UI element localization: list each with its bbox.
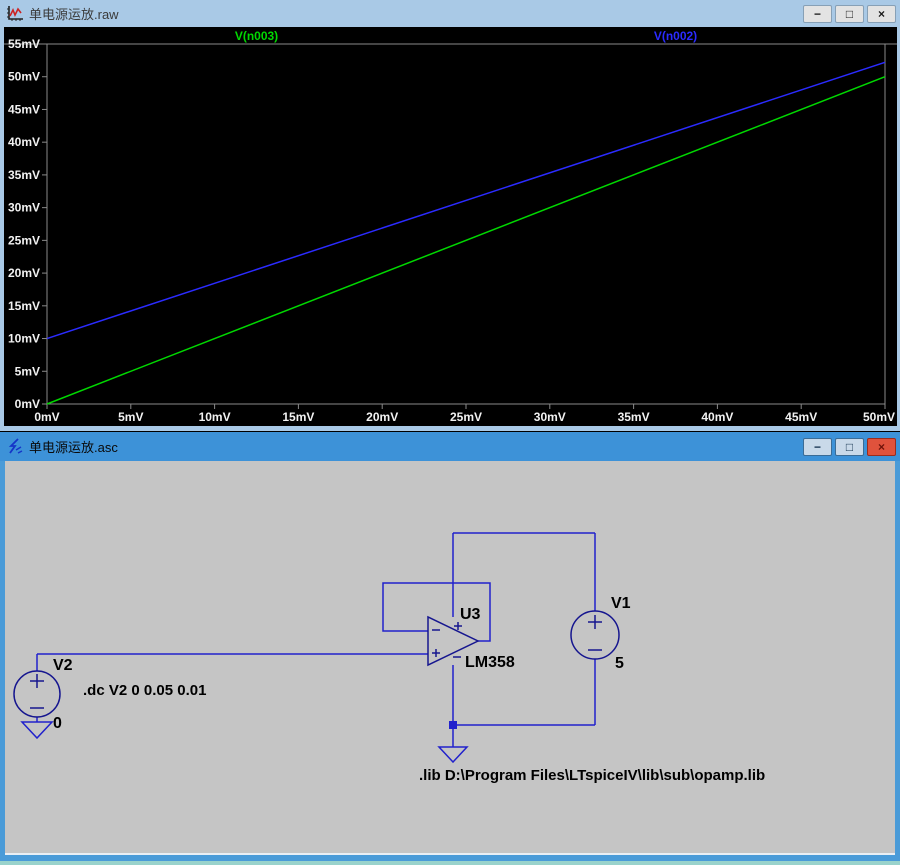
waveform-titlebar[interactable]: 单电源运放.raw − □ ×: [0, 0, 900, 27]
y-axis-tick-label[interactable]: 35mV: [8, 168, 40, 182]
ground-flag[interactable]: [22, 722, 467, 762]
y-axis-tick-label[interactable]: 40mV: [8, 135, 40, 149]
y-axis-tick-label[interactable]: 5mV: [15, 364, 40, 378]
legend-vn003[interactable]: V(n003): [235, 29, 278, 43]
plot-border: [47, 44, 885, 404]
plot-area[interactable]: 0mV 5mV 10mV 15mV 20mV 25mV 30mV 35mV 40mV 45mV 50…: [4, 27, 897, 426]
waveform-pane: 0mV 5mV 10mV 15mV 20mV 25mV 30mV 35mV 40mV 45mV 50…: [4, 27, 897, 426]
x-axis-tick-label[interactable]: 15mV: [282, 410, 314, 424]
v1-value-label[interactable]: 5: [615, 655, 624, 673]
maximize-button[interactable]: □: [835, 5, 864, 23]
y-axis-tick-label[interactable]: 55mV: [8, 37, 40, 51]
x-axis-tick-label[interactable]: 10mV: [199, 410, 231, 424]
voltage-source-v2[interactable]: [14, 671, 60, 717]
v2-ref-label[interactable]: V2: [53, 657, 73, 675]
voltage-source-v1[interactable]: [571, 611, 619, 659]
schematic-app-icon: [6, 438, 24, 455]
close-button[interactable]: ×: [867, 5, 896, 23]
v2-value-label[interactable]: 0: [53, 715, 62, 733]
minimize-button[interactable]: −: [803, 438, 832, 456]
waveform-plot-icon: [6, 5, 24, 22]
ltspice-desktop: 单电源运放.raw − □ × 0mV 5mV 10mV 15mV 20mV 25mV 30…: [0, 0, 900, 865]
junction-node: [449, 721, 457, 729]
y-axis-tick-label[interactable]: 50mV: [8, 70, 40, 84]
x-axis-tick-label[interactable]: 45mV: [785, 410, 817, 424]
y-axis-tick-label[interactable]: 0mV: [15, 397, 40, 411]
x-axis-tick-label[interactable]: 40mV: [701, 410, 733, 424]
x-axis-tick-label[interactable]: 50mV: [863, 410, 895, 424]
minimize-button[interactable]: −: [803, 5, 832, 23]
trace-vn003: [47, 77, 885, 404]
x-axis-tick-label[interactable]: 25mV: [450, 410, 482, 424]
trace-vn002: [47, 62, 885, 338]
lib-directive[interactable]: .lib D:\Program Files\LTspiceIV\lib\sub\…: [419, 767, 765, 784]
u3-ref-label[interactable]: U3: [460, 606, 480, 624]
y-axis-tick-label[interactable]: 20mV: [8, 266, 40, 280]
waveform-window: 单电源运放.raw − □ × 0mV 5mV 10mV 15mV 20mV 25mV 30…: [0, 0, 900, 431]
x-axis-tick-label[interactable]: 20mV: [366, 410, 398, 424]
opamp-value-label[interactable]: LM358: [465, 654, 515, 672]
v1-ref-label[interactable]: V1: [611, 595, 631, 613]
schematic-drawing: [5, 461, 895, 855]
schematic-titlebar[interactable]: 单电源运放.asc − □ ×: [0, 432, 900, 461]
waveform-window-title: 单电源运放.raw: [29, 4, 803, 23]
y-axis-tick-label[interactable]: 30mV: [8, 201, 40, 215]
y-axis-tick-label[interactable]: 45mV: [8, 102, 40, 116]
y-axis-tick-label[interactable]: 25mV: [8, 233, 40, 247]
schematic-window: 单电源运放.asc − □ ×: [0, 432, 900, 861]
maximize-button[interactable]: □: [835, 438, 864, 456]
close-button[interactable]: ×: [867, 438, 896, 456]
y-axis-tick-label[interactable]: 15mV: [8, 299, 40, 313]
x-axis-tick-label[interactable]: 5mV: [118, 410, 143, 424]
y-axis-tick-label[interactable]: 10mV: [8, 332, 40, 346]
schematic-window-title: 单电源运放.asc: [29, 437, 803, 456]
desktop-edge-strip: [0, 861, 900, 865]
wires[interactable]: [37, 533, 595, 747]
dc-sweep-directive[interactable]: .dc V2 0 0.05 0.01: [83, 682, 206, 699]
x-axis-tick-label[interactable]: 0mV: [34, 410, 59, 424]
x-axis-tick-label[interactable]: 35mV: [618, 410, 650, 424]
x-axis-tick-label[interactable]: 30mV: [534, 410, 566, 424]
legend-vn002[interactable]: V(n002): [654, 29, 697, 43]
schematic-canvas[interactable]: V2 0 .dc V2 0 0.05 0.01 U3 LM358 V1 5 .l…: [5, 461, 895, 855]
